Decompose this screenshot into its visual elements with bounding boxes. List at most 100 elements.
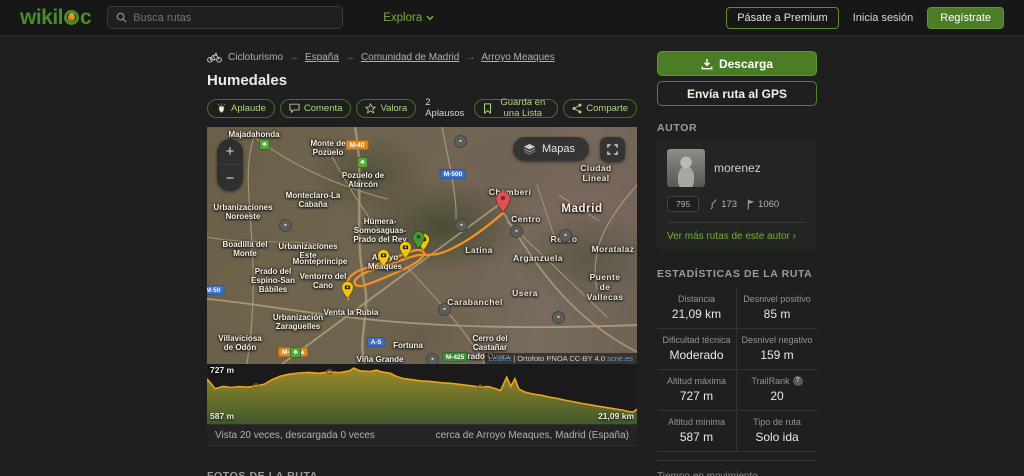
zoom-out-button[interactable]: − [217,165,243,191]
author-card: morenez 795 173 1060 Ver más rut [657,140,817,250]
elevation-max-label: 727 m [210,365,234,375]
stats-grid: Distancia21,09 kmDesnivel positivo85 mDi… [657,288,817,452]
photo-waypoint-pin[interactable] [377,249,390,272]
poi-icon: ▪ [426,353,439,364]
stat-label: TrailRank? [739,376,815,386]
stat-cell: Dificultad técnica Moderado [657,329,737,370]
breadcrumb-separator: → [465,52,475,63]
navbar: wikilc Explora Pásate a Premium Inicia s… [0,0,1024,36]
search-input[interactable] [133,12,334,24]
logo-text-left: wikil [20,6,63,30]
poi-icon: ▪ [438,303,451,316]
stat-value: 21,09 km [659,307,734,321]
zoom-in-button[interactable]: + [217,139,243,165]
share-icon [572,103,582,114]
stat-label: Desnivel positivo [739,294,815,304]
explora-menu[interactable]: Explora [383,12,434,24]
stat-cell: Altitud máxima 727 m [657,370,737,411]
logo-flame-icon [64,10,79,25]
stat-label: Altitud máxima [659,376,734,386]
actions-row: Aplaude Comenta Valora 2 Aplausos [207,97,637,119]
stat-label: Altitud mínima [659,417,734,427]
elevation-chart[interactable]: 727 m 587 m 21,09 km [207,364,637,424]
end-pin[interactable] [495,191,511,218]
elevation-min-label: 587 m [210,411,234,421]
flag-icon [747,199,755,210]
leaflet-link[interactable]: Leaflet [489,354,512,363]
more-routes-link[interactable]: Ver más rutas de este autor › [667,231,807,242]
park-icon: ♣ [259,139,270,150]
aplaude-button[interactable]: Aplaude [207,99,275,118]
breadcrumb-link[interactable]: Arroyo Meaques [481,52,554,63]
star-icon [365,103,376,114]
poi-icon: ▪ [279,219,292,232]
bookmark-icon [483,103,492,114]
stat-value: Moderado [659,348,734,362]
comenta-button[interactable]: Comenta [280,99,352,118]
valora-button[interactable]: Valora [356,99,416,118]
breadcrumb-separator: → [345,52,355,63]
enviar-gps-button[interactable]: Envía ruta al GPS [657,81,817,106]
start-pin[interactable] [412,231,425,254]
trail-icon [709,199,718,210]
author-followers-stat: 1060 [747,199,779,210]
logo-text-right: c [80,6,91,30]
stat-cell: Altitud mínima 587 m [657,411,737,452]
trailrank-help-icon[interactable]: ? [793,376,803,386]
stat-value: 85 m [739,307,815,321]
distance-label: 21,09 km [598,411,634,421]
stat-value: Solo ida [739,430,815,444]
descarga-button[interactable]: Descarga [657,51,817,76]
poi-icon: ▪ [455,219,468,232]
autor-heading: AUTOR [657,122,817,134]
applause-count: 2 Aplausos [425,97,464,119]
map-attribution: Leaflet | Ortofoto PNOA CC-BY 4.0 scne.e… [485,353,637,364]
stat-cell: Desnivel negativo 159 m [737,329,817,370]
chevron-down-icon [426,15,434,21]
stat-label: Desnivel negativo [739,335,815,345]
search-box[interactable] [107,6,343,29]
poi-icon: ▪ [510,225,523,238]
near-location: cerca de Arroyo Meaques, Madrid (España) [436,430,629,441]
stat-value: 159 m [739,348,815,362]
breadcrumb-link[interactable]: España [305,52,339,63]
stat-cell: TrailRank? 20 [737,370,817,411]
comment-icon [289,103,300,113]
poi-icon: ▪ [552,311,565,324]
extra-stat-item: Tiempo en movimientouna hora 58 minutos [657,471,817,476]
breadcrumb-link[interactable]: Comunidad de Madrid [361,52,459,63]
stat-label: Dificultad técnica [659,335,734,345]
stat-label: Tipo de ruta [739,417,815,427]
guardar-lista-button[interactable]: Guarda en una Lista [474,99,558,118]
fullscreen-button[interactable] [600,137,625,162]
premium-button[interactable]: Pásate a Premium [726,7,838,29]
breadcrumb-activity[interactable]: Cicloturismo [228,52,283,63]
author-name[interactable]: morenez [714,161,761,175]
scne-link[interactable]: scne.es [607,354,633,363]
map-layers-button[interactable]: Mapas [513,137,589,161]
breadcrumb-separator: → [289,52,299,63]
cycling-icon [207,52,222,63]
extra-stats: Tiempo en movimientouna hora 58 minutosT… [657,471,817,476]
stat-value: 587 m [659,430,734,444]
route-meta-row: Vista 20 veces, descargada 0 veces cerca… [207,424,637,446]
extra-stat-label: Tiempo en movimiento [657,471,817,476]
wikiloc-logo[interactable]: wikilc [20,6,91,30]
fotos-heading: FOTOS DE LA RUTA [207,470,637,476]
photo-waypoint-pin[interactable] [399,241,412,264]
stat-cell: Desnivel positivo 85 m [737,288,817,329]
author-avatar[interactable] [667,149,705,187]
route-map[interactable]: MajadahondaMonte de PozueloPozuelo de Al… [207,127,637,364]
map-zoom-control: + − [217,139,243,191]
stat-cell: Distancia21,09 km [657,288,737,329]
poi-icon: ▪ [454,135,467,148]
comparte-button[interactable]: Comparte [563,99,637,118]
stat-value: 727 m [659,389,734,403]
stat-value: 20 [739,389,815,403]
page-title: Humedales [207,72,637,89]
register-button[interactable]: Regístrate [927,7,1004,29]
author-routes-stat: 173 [709,199,737,210]
layers-icon [523,143,536,155]
login-link[interactable]: Inicia sesión [853,12,914,24]
photo-waypoint-pin[interactable] [341,281,354,304]
